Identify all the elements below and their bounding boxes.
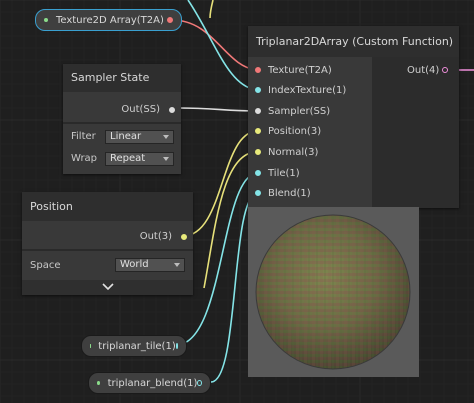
input-port-blend[interactable]: Blend(1) xyxy=(248,186,372,204)
sampler-output-label: Out(SS) xyxy=(121,104,160,115)
input-port-position[interactable]: Position(3) xyxy=(248,124,372,142)
collapse-button[interactable] xyxy=(22,280,193,295)
chevron-down-icon xyxy=(163,135,169,139)
texture2d-array-label: Texture2D Array(T2A) xyxy=(56,14,164,26)
input-port-index-texture[interactable]: IndexTexture(1) xyxy=(248,83,372,101)
blend-input-label: Blend(1) xyxy=(268,188,311,199)
triplanar-node[interactable]: Triplanar2DArray (Custom Function) Out(4… xyxy=(248,26,459,208)
position-output-port[interactable] xyxy=(181,234,187,240)
texture-port-icon[interactable] xyxy=(167,17,173,23)
position-input-label: Position(3) xyxy=(268,126,322,137)
sampler-state-node[interactable]: Sampler State Out(SS) Filter Linear Wrap… xyxy=(63,64,181,174)
input-port-tile[interactable]: Tile(1) xyxy=(248,166,372,184)
sphere-preview xyxy=(255,214,411,370)
position-node[interactable]: Position Out(3) Space World xyxy=(22,192,193,295)
normal-input-dot xyxy=(255,149,261,155)
position-input-dot xyxy=(255,128,261,134)
green-dot-icon xyxy=(44,18,48,22)
texture-input-label: Texture(T2A) xyxy=(268,65,332,76)
triplanar-tile-property[interactable]: triplanar_tile(1) xyxy=(81,335,187,357)
wrap-value: Repeat xyxy=(110,153,146,164)
sampler-divider xyxy=(63,122,181,124)
input-port-sampler[interactable]: Sampler(SS) xyxy=(248,104,372,122)
input-port-normal[interactable]: Normal(3) xyxy=(248,145,372,163)
position-output-label: Out(3) xyxy=(139,231,172,242)
filter-dropdown[interactable]: Linear xyxy=(105,130,174,144)
triplanar-blend-property[interactable]: triplanar_blend(1) xyxy=(88,372,211,394)
sampler-input-label: Sampler(SS) xyxy=(268,106,331,117)
triplanar-title: Triplanar2DArray (Custom Function) xyxy=(248,26,459,57)
space-value: World xyxy=(120,259,149,270)
space-dropdown[interactable]: World xyxy=(115,258,185,272)
blend-input-dot xyxy=(255,190,261,196)
triplanar-tile-label: triplanar_tile(1) xyxy=(98,340,176,352)
tile-input-label: Tile(1) xyxy=(268,168,300,179)
wrap-dropdown[interactable]: Repeat xyxy=(105,152,174,166)
space-label: Space xyxy=(30,260,61,271)
texture-input-dot xyxy=(255,67,261,73)
input-port-texture[interactable]: Texture(T2A) xyxy=(248,63,372,81)
triplanar-output-port[interactable] xyxy=(442,67,448,73)
sampler-output-port[interactable] xyxy=(169,107,175,113)
vector1-port-icon[interactable] xyxy=(197,380,202,386)
index-texture-input-dot xyxy=(255,87,261,93)
sampler-state-title: Sampler State xyxy=(63,64,181,92)
sampler-input-dot xyxy=(255,108,261,114)
green-dot-icon xyxy=(97,381,100,385)
position-title: Position xyxy=(22,192,193,221)
normal-input-label: Normal(3) xyxy=(268,147,319,158)
chevron-down-icon xyxy=(102,283,114,291)
chevron-down-icon xyxy=(163,157,169,161)
filter-value: Linear xyxy=(110,131,142,142)
position-divider xyxy=(22,249,193,251)
filter-label: Filter xyxy=(71,131,96,142)
chevron-down-icon xyxy=(174,263,180,267)
vector1-port-icon[interactable] xyxy=(175,343,178,349)
tile-input-dot xyxy=(255,170,261,176)
triplanar-blend-label: triplanar_blend(1) xyxy=(107,377,198,389)
wrap-label: Wrap xyxy=(71,153,98,164)
texture2d-array-property[interactable]: Texture2D Array(T2A) xyxy=(35,9,182,31)
preview-panel xyxy=(248,207,419,377)
triplanar-output-label: Out(4) xyxy=(407,65,440,76)
triplanar-output-panel xyxy=(372,57,459,208)
index-texture-input-label: IndexTexture(1) xyxy=(268,85,347,96)
